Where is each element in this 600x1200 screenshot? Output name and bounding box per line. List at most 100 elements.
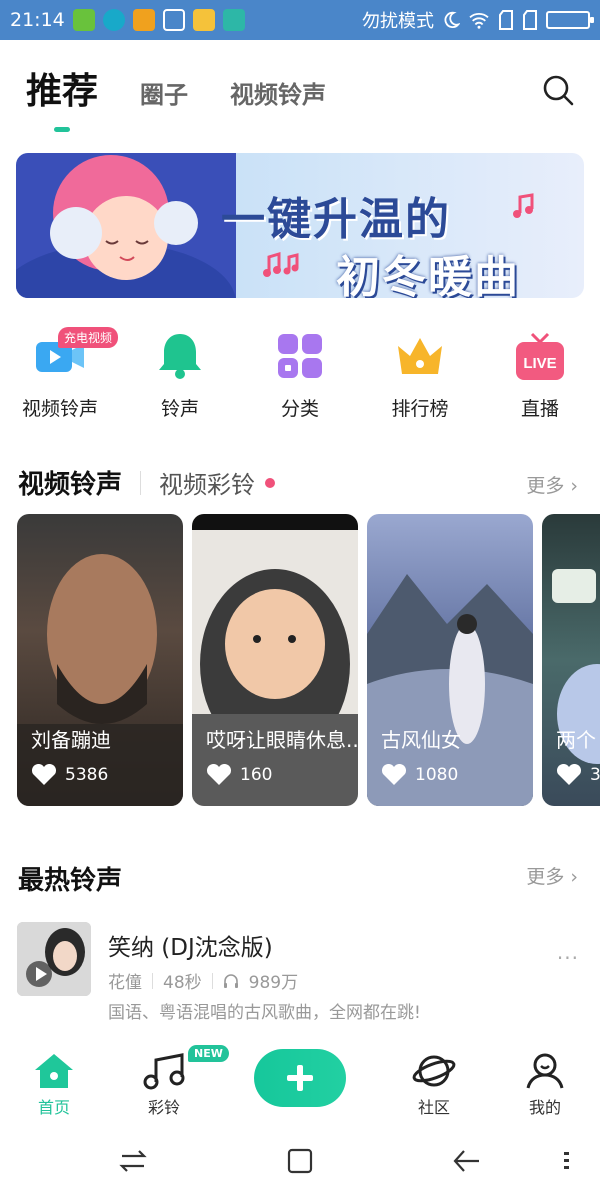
like-count-value: 3 [590, 765, 600, 785]
video-card-list: 刘备蹦迪 5386 哎呀让眼睛休息... 160 古风仙女 1080 两个 3 [17, 514, 600, 806]
like-count-value: 160 [240, 765, 273, 785]
tab-video-color-ring[interactable]: 视频彩铃 [159, 465, 255, 500]
usb-icon [222, 9, 245, 31]
heart-icon [556, 764, 582, 785]
search-icon[interactable] [542, 74, 574, 106]
nav-label: 我的 [528, 1098, 561, 1117]
entry-live[interactable]: LIVE 直播 [480, 330, 600, 421]
video-card-title: 哎呀让眼睛休息... [206, 728, 358, 752]
video-card-title: 刘备蹦迪 [31, 728, 111, 752]
wifi-icon [469, 13, 489, 29]
nav-home[interactable]: 首页 [33, 1052, 75, 1118]
video-card-title: 两个 [556, 728, 596, 752]
menu-icon[interactable] [562, 1146, 572, 1176]
song-cover-image [17, 922, 91, 996]
charge-video-badge: 充电视频 [58, 327, 119, 348]
user-icon [526, 1053, 564, 1089]
battery-icon [546, 11, 594, 29]
divider [211, 972, 213, 989]
like-count: 3 [556, 764, 600, 786]
live-tv-icon: LIVE [514, 330, 566, 382]
heart-icon [31, 764, 57, 785]
nav-label: 彩铃 [147, 1098, 180, 1117]
banner-illustration [16, 153, 236, 298]
video-card[interactable]: 哎呀让眼睛休息... 160 [192, 514, 358, 806]
switch-apps-icon[interactable] [118, 1146, 148, 1176]
entry-ranking[interactable]: 排行榜 [360, 330, 480, 421]
system-nav-bar [0, 1130, 600, 1200]
nav-mine[interactable]: 我的 [524, 1052, 566, 1118]
crown-icon [394, 330, 446, 382]
sim-icon [499, 10, 513, 30]
video-thumbnail [552, 569, 600, 764]
category-grid-icon [274, 330, 326, 382]
entry-label: 视频铃声 [21, 398, 98, 420]
nav-ringtone[interactable]: 彩铃 [142, 1052, 186, 1118]
create-button[interactable] [254, 1049, 346, 1107]
song-cover[interactable] [17, 922, 91, 996]
like-count: 160 [206, 764, 272, 786]
entry-label: 铃声 [160, 398, 199, 420]
music-note-icon [513, 193, 534, 218]
video-card[interactable]: 古风仙女 1080 [367, 514, 533, 806]
banner-title-line2: 初冬暖曲 [336, 252, 520, 298]
video-thumbnail [367, 574, 533, 806]
video-thumbnail [17, 554, 183, 806]
like-count: 5386 [31, 764, 108, 786]
broom-icon [162, 9, 185, 31]
song-artist: 花僮 [108, 973, 142, 993]
app-notification-icon [72, 9, 95, 31]
music-note-icon [143, 1053, 185, 1090]
red-dot-badge [265, 477, 276, 488]
banner-title-line1: 一键升温的 [221, 194, 451, 245]
headphones-icon [223, 973, 238, 988]
section-title: 最热铃声 [18, 866, 123, 896]
song-duration: 48秒 [163, 973, 202, 993]
like-count: 1080 [381, 764, 458, 786]
tab-circle[interactable]: 圈子 [140, 75, 188, 114]
status-time: 21:14 [10, 9, 65, 31]
like-count-value: 5386 [65, 765, 109, 785]
video-section-header: 视频铃声 视频彩铃 [18, 464, 276, 501]
hot-section-header: 最热铃声 [18, 860, 122, 897]
plus-icon [287, 1065, 313, 1091]
warning-icon [132, 9, 155, 31]
more-link[interactable]: 更多 › [526, 862, 578, 889]
nav-label: 首页 [37, 1098, 70, 1117]
status-bar: 21:14 勿扰模式 [0, 0, 600, 40]
divider [140, 470, 142, 495]
bell-icon [154, 330, 206, 382]
promo-banner[interactable]: 一键升温的 初冬暖曲 [16, 153, 584, 298]
heart-icon [206, 764, 232, 785]
song-description: 国语、粤语混唱的古风歌曲，全网都在跳! [108, 1003, 421, 1023]
entry-ringtone[interactable]: 铃声 [120, 330, 240, 421]
app-notification-icon [102, 9, 125, 31]
moon-icon [444, 11, 460, 29]
tab-recommend[interactable]: 推荐 [26, 62, 98, 132]
like-count-value: 1080 [415, 765, 459, 785]
video-card[interactable]: 两个 3 [542, 514, 600, 806]
video-thumbnail [192, 514, 358, 806]
entry-label: 排行榜 [391, 398, 449, 420]
do-not-disturb-label: 勿扰模式 [362, 11, 434, 32]
entry-label: 直播 [520, 398, 559, 420]
song-title: 笑纳 (DJ沈念版) [108, 935, 273, 961]
home-button-icon[interactable] [285, 1146, 315, 1176]
music-note-icon [263, 251, 299, 277]
live-text: LIVE [523, 355, 556, 372]
sim-icon [523, 10, 537, 30]
nav-community[interactable]: 社区 [412, 1052, 456, 1118]
song-plays: 989万 [248, 973, 299, 993]
song-row[interactable]: 笑纳 (DJ沈念版) 花僮 48秒 989万 国语、粤语混唱的古风歌曲，全网都在… [17, 922, 587, 1032]
entry-category[interactable]: 分类 [240, 330, 360, 421]
new-badge: NEW [188, 1045, 229, 1062]
home-icon [35, 1054, 73, 1088]
folder-icon [192, 9, 215, 31]
more-options-icon[interactable]: ··· [557, 946, 579, 970]
more-link[interactable]: 更多 › [526, 471, 578, 498]
heart-icon [381, 764, 407, 785]
video-card[interactable]: 刘备蹦迪 5386 [17, 514, 183, 806]
tab-video-ringtone[interactable]: 视频铃声 [230, 75, 326, 114]
back-icon[interactable] [452, 1146, 482, 1176]
section-title: 视频铃声 [18, 470, 123, 500]
